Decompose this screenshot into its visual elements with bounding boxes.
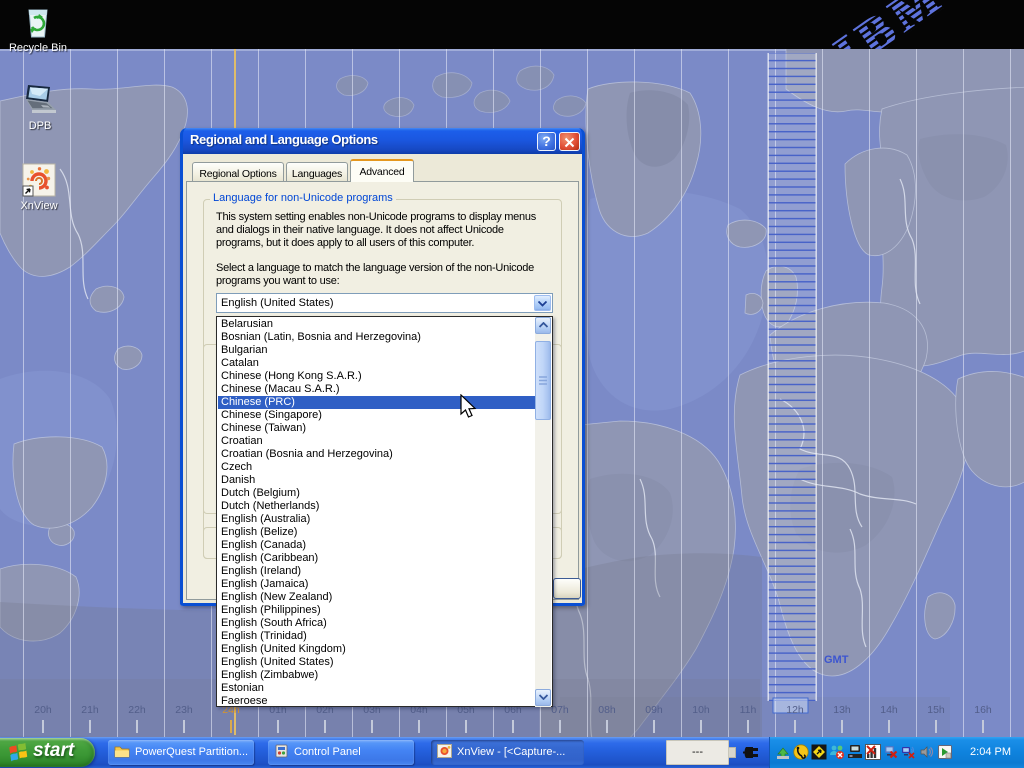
svg-text:GMT: GMT bbox=[824, 654, 849, 666]
svg-text:IBM: IBM bbox=[824, 0, 948, 49]
